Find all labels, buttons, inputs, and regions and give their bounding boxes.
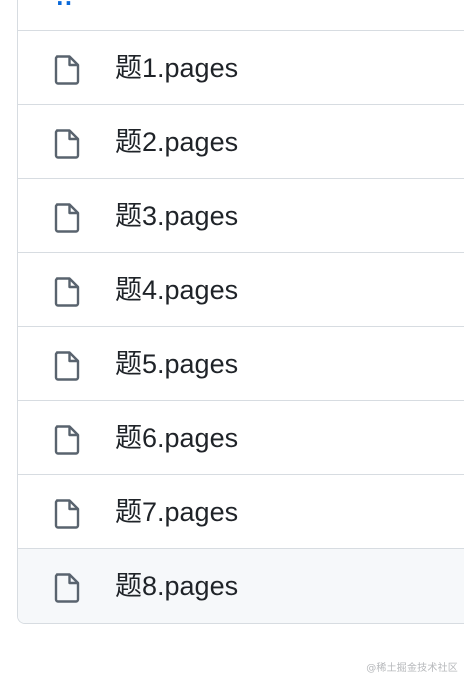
file-name[interactable]: 题5.pages bbox=[115, 348, 238, 380]
file-row[interactable]: 题8.pages bbox=[18, 549, 464, 623]
page: ·· 题1.pages 题2.pages 题3.pages 题4.pages 题… bbox=[0, 0, 464, 680]
file-name[interactable]: 题2.pages bbox=[115, 126, 238, 158]
file-icon bbox=[54, 277, 80, 307]
file-icon bbox=[54, 55, 80, 85]
file-name[interactable]: 题4.pages bbox=[115, 274, 238, 306]
file-icon bbox=[54, 499, 80, 529]
file-icon bbox=[54, 425, 80, 455]
parent-directory-row[interactable]: ·· bbox=[18, 0, 464, 31]
file-name[interactable]: 题1.pages bbox=[115, 52, 238, 84]
file-name[interactable]: 题7.pages bbox=[115, 496, 238, 528]
file-row[interactable]: 题6.pages bbox=[18, 401, 464, 475]
parent-directory-link[interactable]: ·· bbox=[56, 0, 73, 13]
file-name[interactable]: 题6.pages bbox=[115, 422, 238, 454]
file-name[interactable]: 题3.pages bbox=[115, 200, 238, 232]
file-icon bbox=[54, 129, 80, 159]
file-row[interactable]: 题3.pages bbox=[18, 179, 464, 253]
file-list: ·· 题1.pages 题2.pages 题3.pages 题4.pages 题… bbox=[17, 0, 464, 624]
file-row[interactable]: 题4.pages bbox=[18, 253, 464, 327]
file-icon bbox=[54, 351, 80, 381]
file-row[interactable]: 题7.pages bbox=[18, 475, 464, 549]
file-name[interactable]: 题8.pages bbox=[115, 570, 238, 602]
watermark: @稀土掘金技术社区 bbox=[366, 663, 458, 674]
file-icon bbox=[54, 203, 80, 233]
file-row[interactable]: 题1.pages bbox=[18, 31, 464, 105]
file-row[interactable]: 题2.pages bbox=[18, 105, 464, 179]
file-row[interactable]: 题5.pages bbox=[18, 327, 464, 401]
file-icon bbox=[54, 573, 80, 603]
